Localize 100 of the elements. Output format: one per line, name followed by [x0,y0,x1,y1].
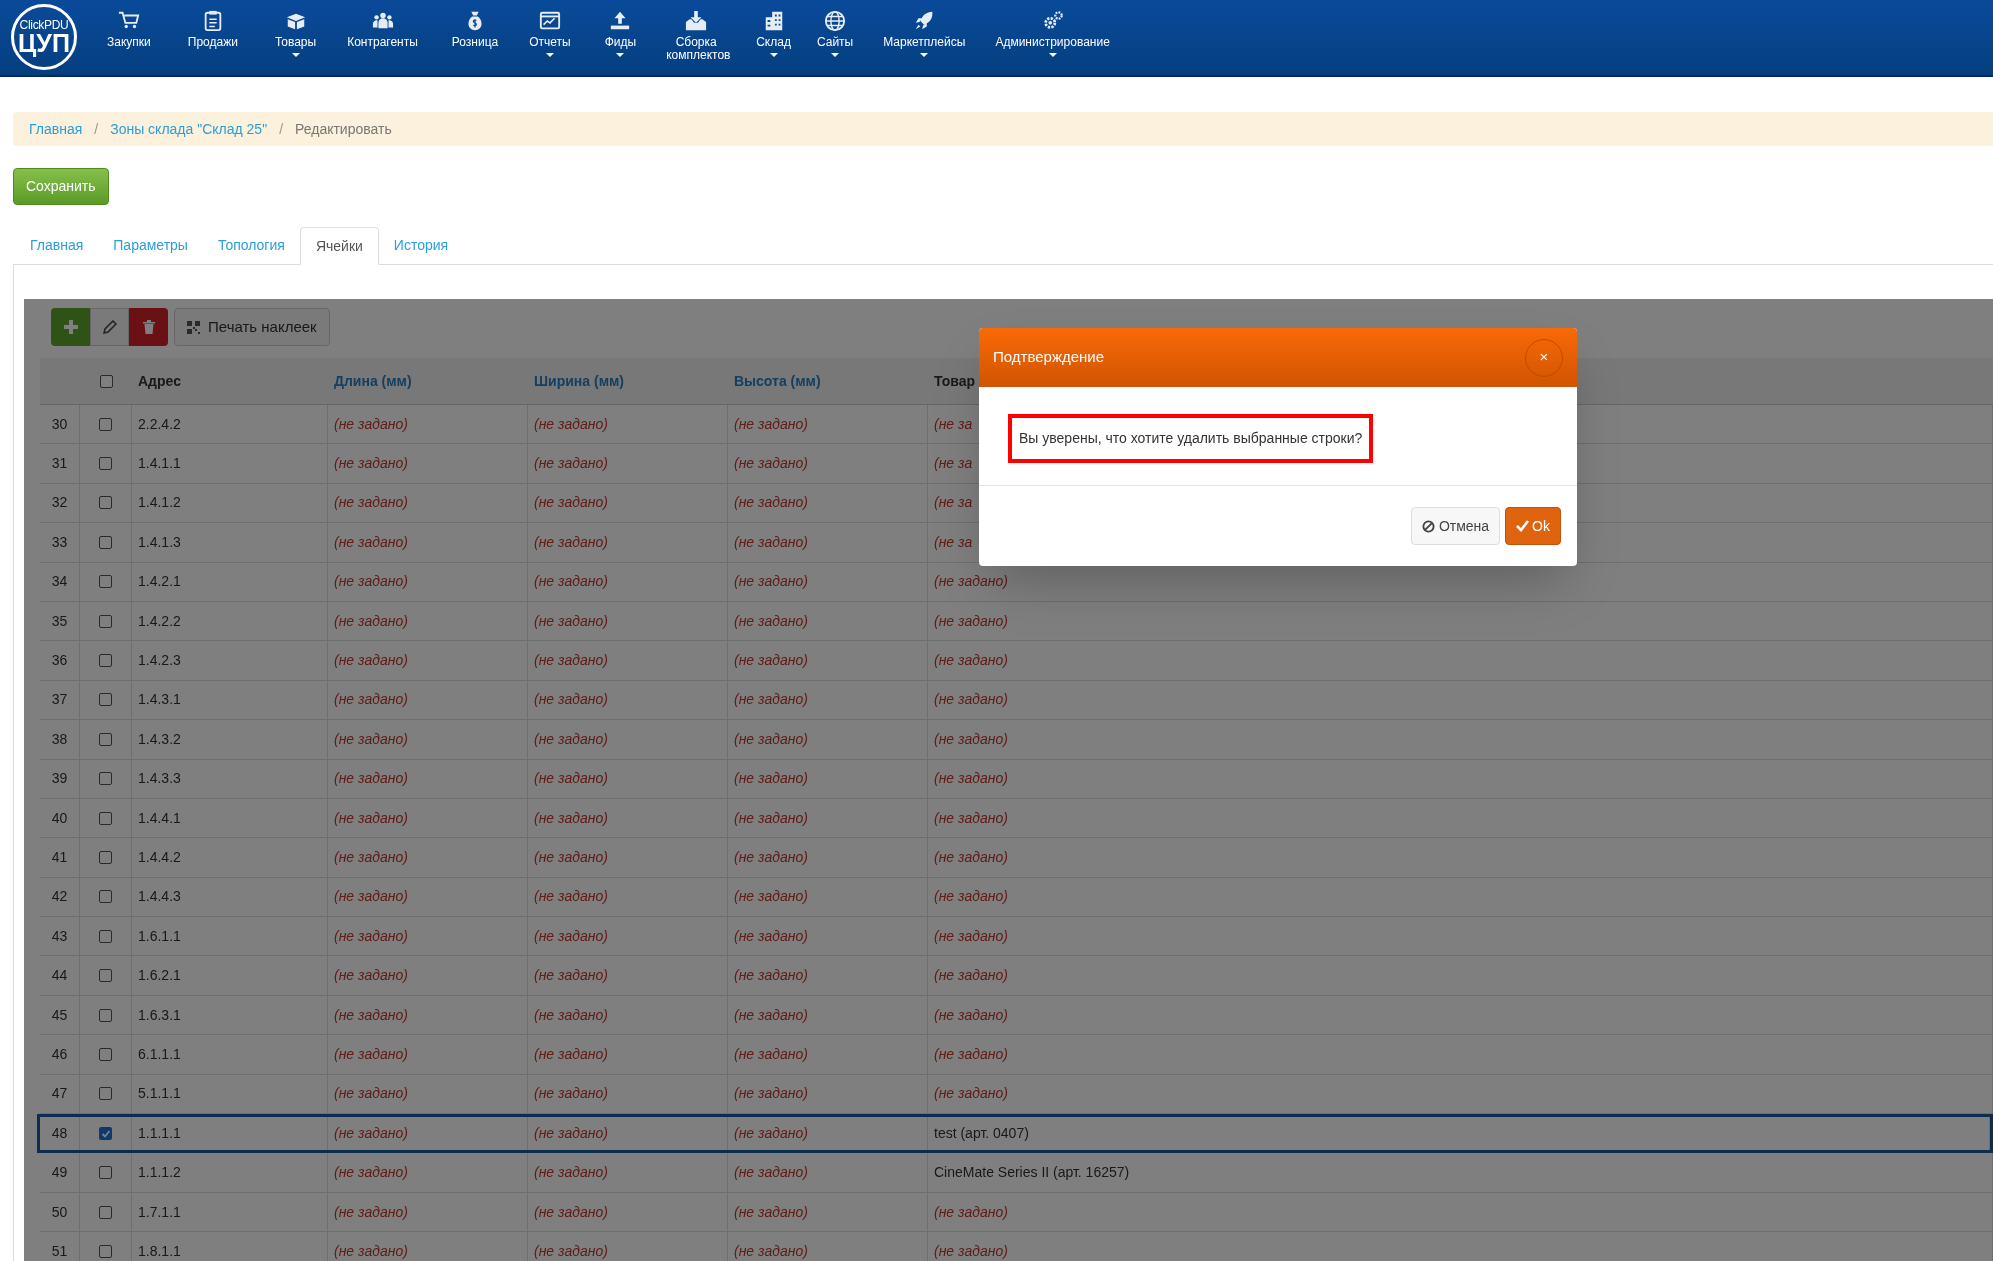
checkbox[interactable] [99,929,112,943]
table-cell-text: (не задано) [534,1124,608,1144]
row-number: 48 [40,1117,80,1151]
checkbox[interactable] [99,654,112,668]
checkbox[interactable] [99,693,112,707]
pencil-icon [102,320,117,334]
table-cell-text: (не задано) [734,1084,808,1104]
table-cell-text: (не задано) [934,611,1008,631]
add-button[interactable] [51,308,90,346]
edit-button[interactable] [90,308,129,346]
checkbox[interactable] [99,417,112,431]
row-number: 31 [40,444,80,483]
nav-item[interactable]: Отчеты [523,0,577,57]
table-cell-text: (не задано) [334,611,408,631]
row-number: 40 [40,798,80,838]
gears-icon [1041,10,1064,32]
table-cell-text: 1.4.2.1 [138,572,181,592]
nav-item[interactable]: Администрирование [989,0,1116,57]
checkbox[interactable] [99,1047,112,1061]
table-cell-text: (не задано) [534,1044,608,1064]
nav-item[interactable]: Сайты [810,0,860,57]
row-number: 38 [40,720,80,759]
row-number: 45 [40,995,80,1035]
plus-icon [63,320,78,334]
cancel-button[interactable]: Отмена [1410,507,1501,545]
tab[interactable]: Ячейки [299,227,379,265]
table-cell-text: (не задано) [334,1084,408,1104]
table-cell-text: (не задано) [334,1163,408,1183]
table-cell-text: (не задано) [934,1241,1008,1261]
checkbox[interactable] [99,1244,112,1258]
row-number: 30 [40,405,80,444]
table-cell-text: 1.4.3.2 [138,729,181,749]
table-cell-text: (не задано) [734,611,808,631]
checkbox[interactable] [99,496,112,510]
table-cell-text: (не задано) [934,966,1008,986]
breadcrumb-separator: / [93,119,100,139]
ok-button[interactable]: Ok [1505,507,1561,545]
column-header: Товар [933,371,976,391]
nav-item[interactable]: Закупки [101,0,157,49]
nav-item[interactable]: Склад [750,0,797,57]
nav-item[interactable]: Контрагенты [341,0,424,49]
table-cell-text: (не задано) [334,887,408,907]
table-cell-text: (не задано) [334,1124,408,1144]
checkbox[interactable] [99,811,112,825]
table-cell-text: 1.4.1.2 [138,493,181,513]
checkbox[interactable] [99,1205,112,1219]
row-number: 34 [40,562,80,601]
row-number: 46 [40,1035,80,1074]
row-number: 51 [40,1232,80,1261]
nav-item[interactable]: Продажи [181,0,244,49]
table-cell-text: (не задано) [734,651,808,671]
table-cell-text: 1.4.2.2 [138,611,181,631]
checkbox[interactable] [99,535,112,549]
row-number: 36 [40,641,80,680]
checkbox[interactable] [99,969,112,983]
table-cell-text: (не задано) [534,966,608,986]
selected-row[interactable]: 48 1.1.1.1 (не задано) (не задано) (не задано) test (арт. 0407) [37,1114,1993,1154]
checkbox[interactable] [99,1166,112,1180]
checkbox[interactable] [99,374,113,388]
delete-button[interactable] [129,308,168,346]
table-cell-text: (не задано) [934,572,1008,592]
table-cell-text: (не задано) [534,1241,608,1261]
table-cell-text: (не задано) [734,966,808,986]
table-cell-text: (не задано) [334,729,408,749]
checkbox[interactable] [99,851,112,864]
checkbox[interactable] [99,1008,112,1022]
checkbox[interactable] [99,575,112,589]
logo[interactable]: ClickPDU ЦУП [11,4,77,70]
checkbox[interactable] [99,457,112,471]
table-cell-text: (не задано) [334,769,408,789]
table-cell-text: 1.4.4.3 [138,887,181,907]
table-cell-text: (не задано) [334,966,408,986]
table-cell-text: (не задано) [734,729,808,749]
print-labels-button[interactable]: Печать наклеек [174,308,330,346]
nav-item[interactable]: Фиды [598,0,643,57]
row-number: 41 [40,838,80,877]
row-number: 42 [40,877,80,917]
caret-icon [920,53,929,57]
checkbox[interactable] [99,890,112,904]
nav-item[interactable]: Розница [445,0,505,49]
breadcrumb-current: Редактировать [295,119,392,139]
checkbox[interactable] [99,772,112,786]
table-cell-text: (не задано) [734,493,808,513]
checkbox[interactable] [99,1127,112,1141]
table-cell-text: (не задано) [734,1005,808,1025]
checkmark-icon [1516,520,1530,532]
nav-item[interactable]: Маркетплейсы [877,0,972,57]
nav-item[interactable]: Сборка комплектов [660,0,733,62]
table-cell-text: 5.1.1.1 [138,1084,181,1104]
row-number: 43 [40,917,80,956]
checkbox[interactable] [99,732,112,746]
table-cell-text: (не задано) [534,1202,608,1222]
trash-icon [142,320,155,334]
row-number: 47 [40,1074,80,1114]
nav-item[interactable]: Товары [268,0,323,57]
checkbox[interactable] [99,1087,112,1101]
table-cell-text: (не задано) [534,493,608,513]
table-cell-text: (не задано) [334,926,408,946]
checkbox[interactable] [99,614,112,628]
table-cell-text: (не задано) [934,848,1008,867]
